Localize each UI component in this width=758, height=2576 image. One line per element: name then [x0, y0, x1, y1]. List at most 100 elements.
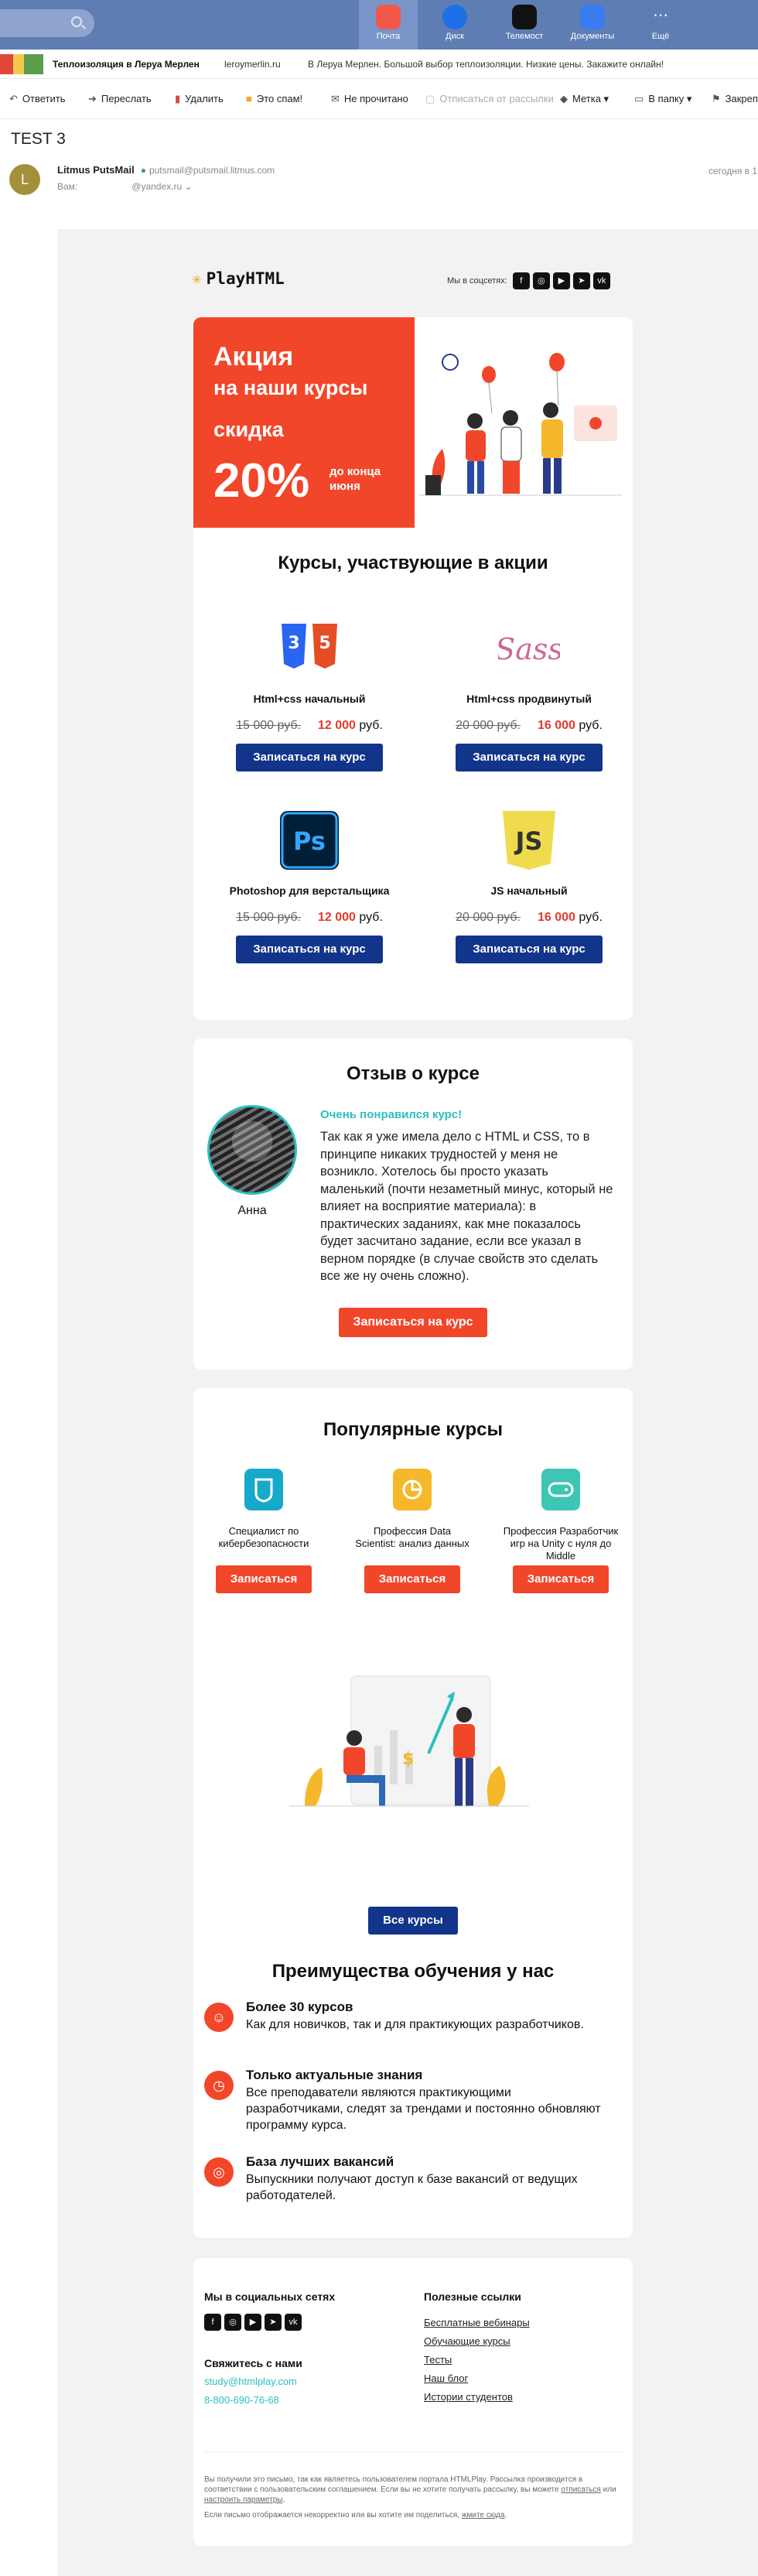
currency: руб. [579, 911, 603, 924]
smile-icon: ☺ [204, 2003, 234, 2032]
currency: руб. [359, 719, 383, 732]
review-card: Отзыв о курсе Анна Очень понравился курс… [193, 1038, 633, 1370]
search-icon [71, 16, 82, 27]
footer-social-title: Мы в социальных сетях [204, 2290, 336, 2303]
message-subject: TEST 3 [11, 130, 66, 148]
instagram-icon[interactable]: ◎ [532, 272, 550, 289]
social-label: Мы в соцсетях: [447, 275, 507, 286]
advantage-text: Все преподаватели являются практикующими… [246, 2086, 601, 2132]
vk-icon[interactable]: vk [285, 2314, 302, 2331]
learning-illustration: $ [289, 1675, 529, 1807]
unread-button[interactable]: ✉ Не прочитано [331, 93, 408, 105]
footer-link[interactable]: Истории студентов [424, 2391, 513, 2403]
instagram-icon[interactable]: ◎ [224, 2314, 241, 2331]
legal-text: Вы получили это письмо, так как являетес… [204, 2475, 583, 2494]
popular-course: Специалист по кибербезопасности Записать… [206, 1469, 322, 1593]
pin-label: Закреп [725, 93, 758, 104]
youtube-icon[interactable]: ▶ [552, 272, 570, 289]
app-label: Телемост [505, 32, 544, 41]
app-disk[interactable]: Диск [425, 0, 484, 50]
advantage-text: Как для новичков, так и для практикующих… [246, 2018, 584, 2031]
search-input[interactable] [0, 9, 94, 37]
label-button[interactable]: ◆ Метка ▾ [560, 93, 609, 105]
course-price: 20 000 руб. 16 000 руб. [444, 911, 614, 925]
popular-enroll-button[interactable]: Записаться [364, 1565, 460, 1593]
to-label: Вам: [57, 181, 78, 192]
sender-info[interactable]: Litmus PutsMail ● putsmail@putsmail.litmus… [57, 164, 275, 176]
folder-label: В папку [648, 93, 685, 104]
unread-label: Не прочитано [343, 93, 408, 104]
ad-banner[interactable]: Теплоизоляция в Леруа Мерлен leroymerlin… [0, 50, 758, 79]
advantage-item: ☺ Более 30 курсов Как для новичков, так … [204, 2000, 606, 2061]
footer-link[interactable]: Обучающие курсы [424, 2335, 510, 2347]
popular-enroll-button[interactable]: Записаться [513, 1565, 609, 1593]
pin-button[interactable]: ⚑ Закреп [712, 93, 758, 105]
ad-title[interactable]: Теплоизоляция в Леруа Мерлен [53, 59, 200, 70]
new-price: 16 000 [537, 719, 575, 732]
mail-icon [376, 5, 401, 29]
forward-button[interactable]: ➜ Переслать [88, 93, 152, 105]
advantage-item: ◷ Только актуальные знания Все преподава… [204, 2068, 606, 2145]
to-email[interactable]: @yandex.ru [131, 181, 182, 192]
review-title: Отзыв о курсе [347, 1063, 480, 1084]
enroll-button[interactable]: Записаться на курс [236, 744, 383, 771]
unread-icon: ✉ [331, 93, 340, 104]
review-enroll-button[interactable]: Записаться на курс [339, 1308, 487, 1337]
footer-link[interactable]: Наш блог [424, 2372, 468, 2384]
advantage-item: ◎ База лучших вакансий Выпускники получа… [204, 2154, 606, 2216]
settings-link[interactable]: настроить параметры [204, 2496, 282, 2504]
message-toolbar: ↶ Ответить ➜ Переслать ▮ Удалить ■ Это спам!… [0, 79, 758, 119]
footer-email-link[interactable]: study@htmlplay.com [204, 2376, 297, 2387]
app-mail[interactable]: Почта [359, 0, 418, 50]
delete-button[interactable]: ▮ Удалить [175, 93, 224, 105]
enroll-button[interactable]: Записаться на курс [236, 936, 383, 963]
app-label: Диск [446, 32, 464, 41]
documents-icon [580, 5, 605, 29]
label-label: Метка [572, 93, 601, 104]
web-version-link[interactable]: жмите сюда [462, 2511, 505, 2520]
unsubscribe-label: Отписаться от рассылки [439, 93, 554, 104]
app-documents[interactable]: Документы [563, 0, 622, 50]
popular-enroll-button[interactable]: Записаться [216, 1565, 312, 1593]
unsubscribe-link[interactable]: отписаться [561, 2485, 600, 2494]
html-css-icon: 35 [282, 624, 337, 669]
spam-button[interactable]: ■ Это спам! [246, 93, 302, 104]
hero-illustration [419, 353, 622, 496]
footer-link[interactable]: Бесплатные вебинары [424, 2317, 530, 2328]
all-courses-button[interactable]: Все курсы [368, 1907, 458, 1935]
disk-icon [442, 5, 467, 29]
sender-avatar[interactable]: L [9, 164, 40, 195]
facebook-icon[interactable]: f [204, 2314, 221, 2331]
sender-email: putsmail@putsmail.litmus.com [149, 165, 275, 176]
target-icon: ◎ [204, 2157, 234, 2187]
footer-link[interactable]: Тесты [424, 2354, 452, 2366]
telegram-icon[interactable]: ➤ [265, 2314, 282, 2331]
brand-logo[interactable]: ✳ PlayHTML [192, 269, 285, 288]
advantage-text: Выпускники получают доступ к базе ваканс… [246, 2173, 578, 2202]
youtube-icon[interactable]: ▶ [244, 2314, 261, 2331]
advantage-title: База лучших вакансий [246, 2154, 394, 2169]
move-to-folder-button[interactable]: ▭ В папку ▾ [634, 93, 691, 105]
telegram-icon[interactable]: ➤ [572, 272, 590, 289]
hero-discount-label: скидка [213, 418, 284, 441]
ad-domain[interactable]: leroymerlin.ru [224, 59, 281, 70]
unsubscribe-button[interactable]: ▢ Отписаться от рассылки [425, 93, 554, 105]
chevron-down-icon[interactable]: ⌄ [185, 181, 193, 192]
app-more[interactable]: ⋯ Ещё [631, 0, 690, 50]
popular-title: Популярные курсы [323, 1419, 503, 1440]
reviewer-avatar [207, 1105, 297, 1195]
trash-icon: ▮ [175, 93, 181, 104]
app-telemost[interactable]: Телемост [495, 0, 554, 50]
svg-text:3: 3 [288, 634, 299, 653]
verified-icon: ● [140, 165, 146, 176]
footer-phone-link[interactable]: 8-800-690-76-68 [204, 2394, 279, 2406]
svg-text:Ps: Ps [293, 826, 326, 856]
enroll-button[interactable]: Записаться на курс [456, 744, 603, 771]
svg-text:$: $ [402, 1750, 414, 1769]
facebook-icon[interactable]: f [512, 272, 530, 289]
enroll-button[interactable]: Записаться на курс [456, 936, 603, 963]
sass-icon: Sass [495, 632, 563, 666]
vk-icon[interactable]: vk [592, 272, 610, 289]
recipient-row: Вам: @yandex.ru ⌄ [57, 181, 193, 192]
reply-button[interactable]: ↶ Ответить [9, 93, 65, 105]
